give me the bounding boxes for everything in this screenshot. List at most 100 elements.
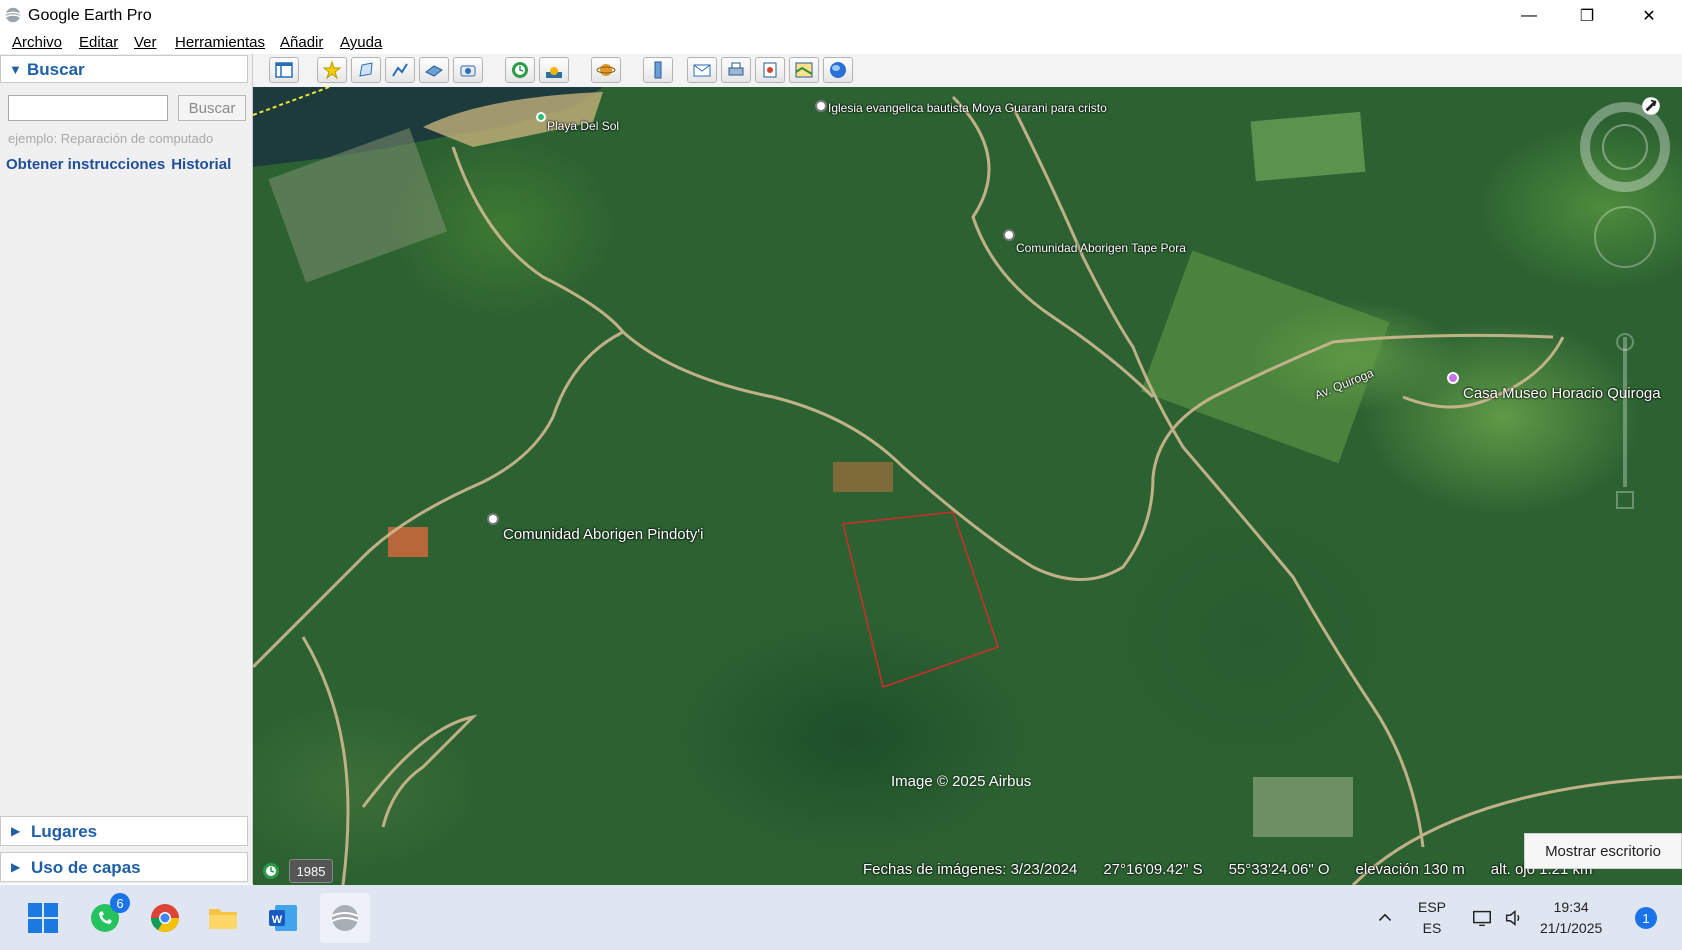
add-placemark-button[interactable] (317, 57, 347, 83)
menu-bar: Archivo Editar Ver Herramientas Añadir A… (0, 32, 1682, 54)
menu-anadir[interactable]: Añadir (280, 34, 323, 51)
sunlight-button[interactable] (539, 57, 569, 83)
show-hidden-icons-button[interactable] (1370, 899, 1400, 937)
imagery-dates: Fechas de imágenes: 3/23/2024 (863, 861, 1078, 878)
maps-icon (795, 62, 813, 78)
layers-panel-header[interactable]: ▶ Uso de capas (0, 852, 248, 882)
earth-view-button[interactable] (823, 57, 853, 83)
title-bar: Google Earth Pro — ❐ ✕ (0, 0, 1682, 32)
latitude-readout: 27°16'09.42" S (1103, 861, 1203, 878)
google-earth-icon (331, 905, 359, 931)
search-button[interactable]: Buscar (178, 95, 246, 121)
chrome-taskbar-button[interactable] (146, 899, 184, 937)
move-joystick[interactable] (1594, 206, 1656, 268)
look-joystick[interactable] (1580, 102, 1670, 192)
planet-icon (596, 64, 616, 76)
historical-clock-icon (512, 62, 528, 78)
layers-panel-title: Uso de capas (31, 858, 141, 877)
ruler-icon (654, 61, 662, 79)
longitude-readout: 55°33'24.06" O (1228, 861, 1330, 878)
show-desktop-tooltip: Mostrar escritorio (1524, 833, 1682, 869)
speaker-icon (1505, 910, 1520, 926)
record-tour-button[interactable] (453, 57, 483, 83)
print-button[interactable] (721, 57, 751, 83)
place-pin-icon[interactable] (487, 513, 499, 525)
folder-icon (209, 909, 237, 929)
email-button[interactable] (687, 57, 717, 83)
chrome-icon (151, 904, 179, 932)
add-image-overlay-button[interactable] (419, 57, 449, 83)
google-earth-taskbar-button[interactable] (320, 893, 370, 943)
menu-ver[interactable]: Ver (134, 34, 157, 51)
whatsapp-badge: 6 (110, 893, 130, 913)
sun-icon (546, 67, 562, 78)
status-readout: Fechas de imágenes: 3/23/2024 27°16'09.42… (863, 861, 1618, 878)
camera-icon (460, 65, 476, 77)
language-indicator[interactable]: ESP ES (1418, 897, 1446, 939)
north-compass-icon[interactable] (1640, 95, 1662, 117)
add-path-button[interactable] (385, 57, 415, 83)
clock[interactable]: 19:34 21/1/2025 (1540, 897, 1602, 939)
place-pin-icon[interactable] (1003, 229, 1015, 241)
museum-pin-icon[interactable] (1447, 372, 1459, 384)
label-tape-pora: Comunidad Aborigen Tape Pora (1016, 241, 1186, 255)
toolbar (253, 54, 1682, 88)
place-pin-icon[interactable] (536, 112, 546, 122)
map-view[interactable]: Playa Del Sol Iglesia evangelica bautist… (253, 87, 1682, 885)
image-credit: Image © 2025 Airbus (891, 773, 1032, 790)
search-input[interactable] (8, 95, 168, 121)
navigation-controls[interactable] (1580, 97, 1670, 517)
expand-triangle-icon: ▶ (11, 824, 21, 838)
label-iglesia: Iglesia evangelica bautista Moya Guarani… (828, 101, 1107, 115)
menu-ayuda[interactable]: Ayuda (340, 34, 382, 51)
network-button[interactable] (1468, 899, 1496, 937)
switch-planet-button[interactable] (591, 57, 621, 83)
start-button[interactable] (24, 899, 62, 937)
email-icon (693, 64, 711, 77)
google-earth-app-icon (5, 7, 21, 23)
menu-archivo[interactable]: Archivo (12, 34, 62, 51)
expand-triangle-icon: ▶ (11, 860, 21, 874)
menu-herramientas[interactable]: Herramientas (175, 34, 265, 51)
places-panel-header[interactable]: ▶ Lugares (0, 816, 248, 846)
word-taskbar-button[interactable]: W (264, 899, 302, 937)
places-panel-title: Lugares (31, 822, 98, 841)
view-in-maps-button[interactable] (789, 57, 819, 83)
globe-icon (830, 62, 846, 78)
menu-editar[interactable]: Editar (79, 34, 118, 51)
search-links: Obtener instrucciones Historial (6, 156, 237, 173)
restore-button[interactable]: ❐ (1558, 0, 1616, 32)
minimize-button[interactable]: — (1500, 0, 1558, 32)
collapse-triangle-icon: ▼ (9, 62, 22, 77)
get-directions-link[interactable]: Obtener instrucciones (6, 156, 165, 173)
notification-badge[interactable]: 1 (1635, 907, 1657, 929)
map-status-bar: 1985 Fechas de imágenes: 3/23/2024 27°16'… (253, 857, 1682, 885)
historical-clock-icon[interactable] (261, 861, 281, 881)
window-title: Google Earth Pro (28, 7, 152, 24)
volume-button[interactable] (1500, 899, 1528, 937)
svg-text:W: W (272, 914, 283, 926)
label-pindoty: Comunidad Aborigen Pindoty'i (503, 526, 704, 543)
historical-imagery-button[interactable] (505, 57, 535, 83)
ruler-button[interactable] (643, 57, 673, 83)
image-overlay-icon (425, 65, 443, 77)
user-polygon[interactable] (842, 511, 999, 688)
save-image-button[interactable] (755, 57, 785, 83)
search-panel-header[interactable]: ▼ Buscar (0, 55, 248, 83)
clock-date: 21/1/2025 (1540, 920, 1603, 936)
church-pin-icon[interactable] (815, 100, 827, 112)
chevron-up-icon (1378, 913, 1392, 921)
whatsapp-taskbar-button[interactable]: 6 (86, 893, 130, 937)
history-link[interactable]: Historial (171, 156, 231, 173)
taskbar: 6 W ESP ES 19:34 21/1/2025 1 (0, 885, 1682, 950)
close-button[interactable]: ✕ (1620, 0, 1678, 32)
file-explorer-taskbar-button[interactable] (204, 899, 242, 937)
add-polygon-button[interactable] (351, 57, 381, 83)
year-indicator[interactable]: 1985 (289, 859, 333, 883)
sidebar: ▼ Buscar Buscar ejemplo: Reparación de c… (0, 54, 253, 884)
toggle-sidebar-button[interactable] (269, 57, 299, 83)
elevation-readout: elevación 130 m (1355, 861, 1465, 878)
network-icon (1473, 910, 1491, 927)
path-icon (392, 63, 408, 77)
word-icon: W (269, 905, 297, 931)
